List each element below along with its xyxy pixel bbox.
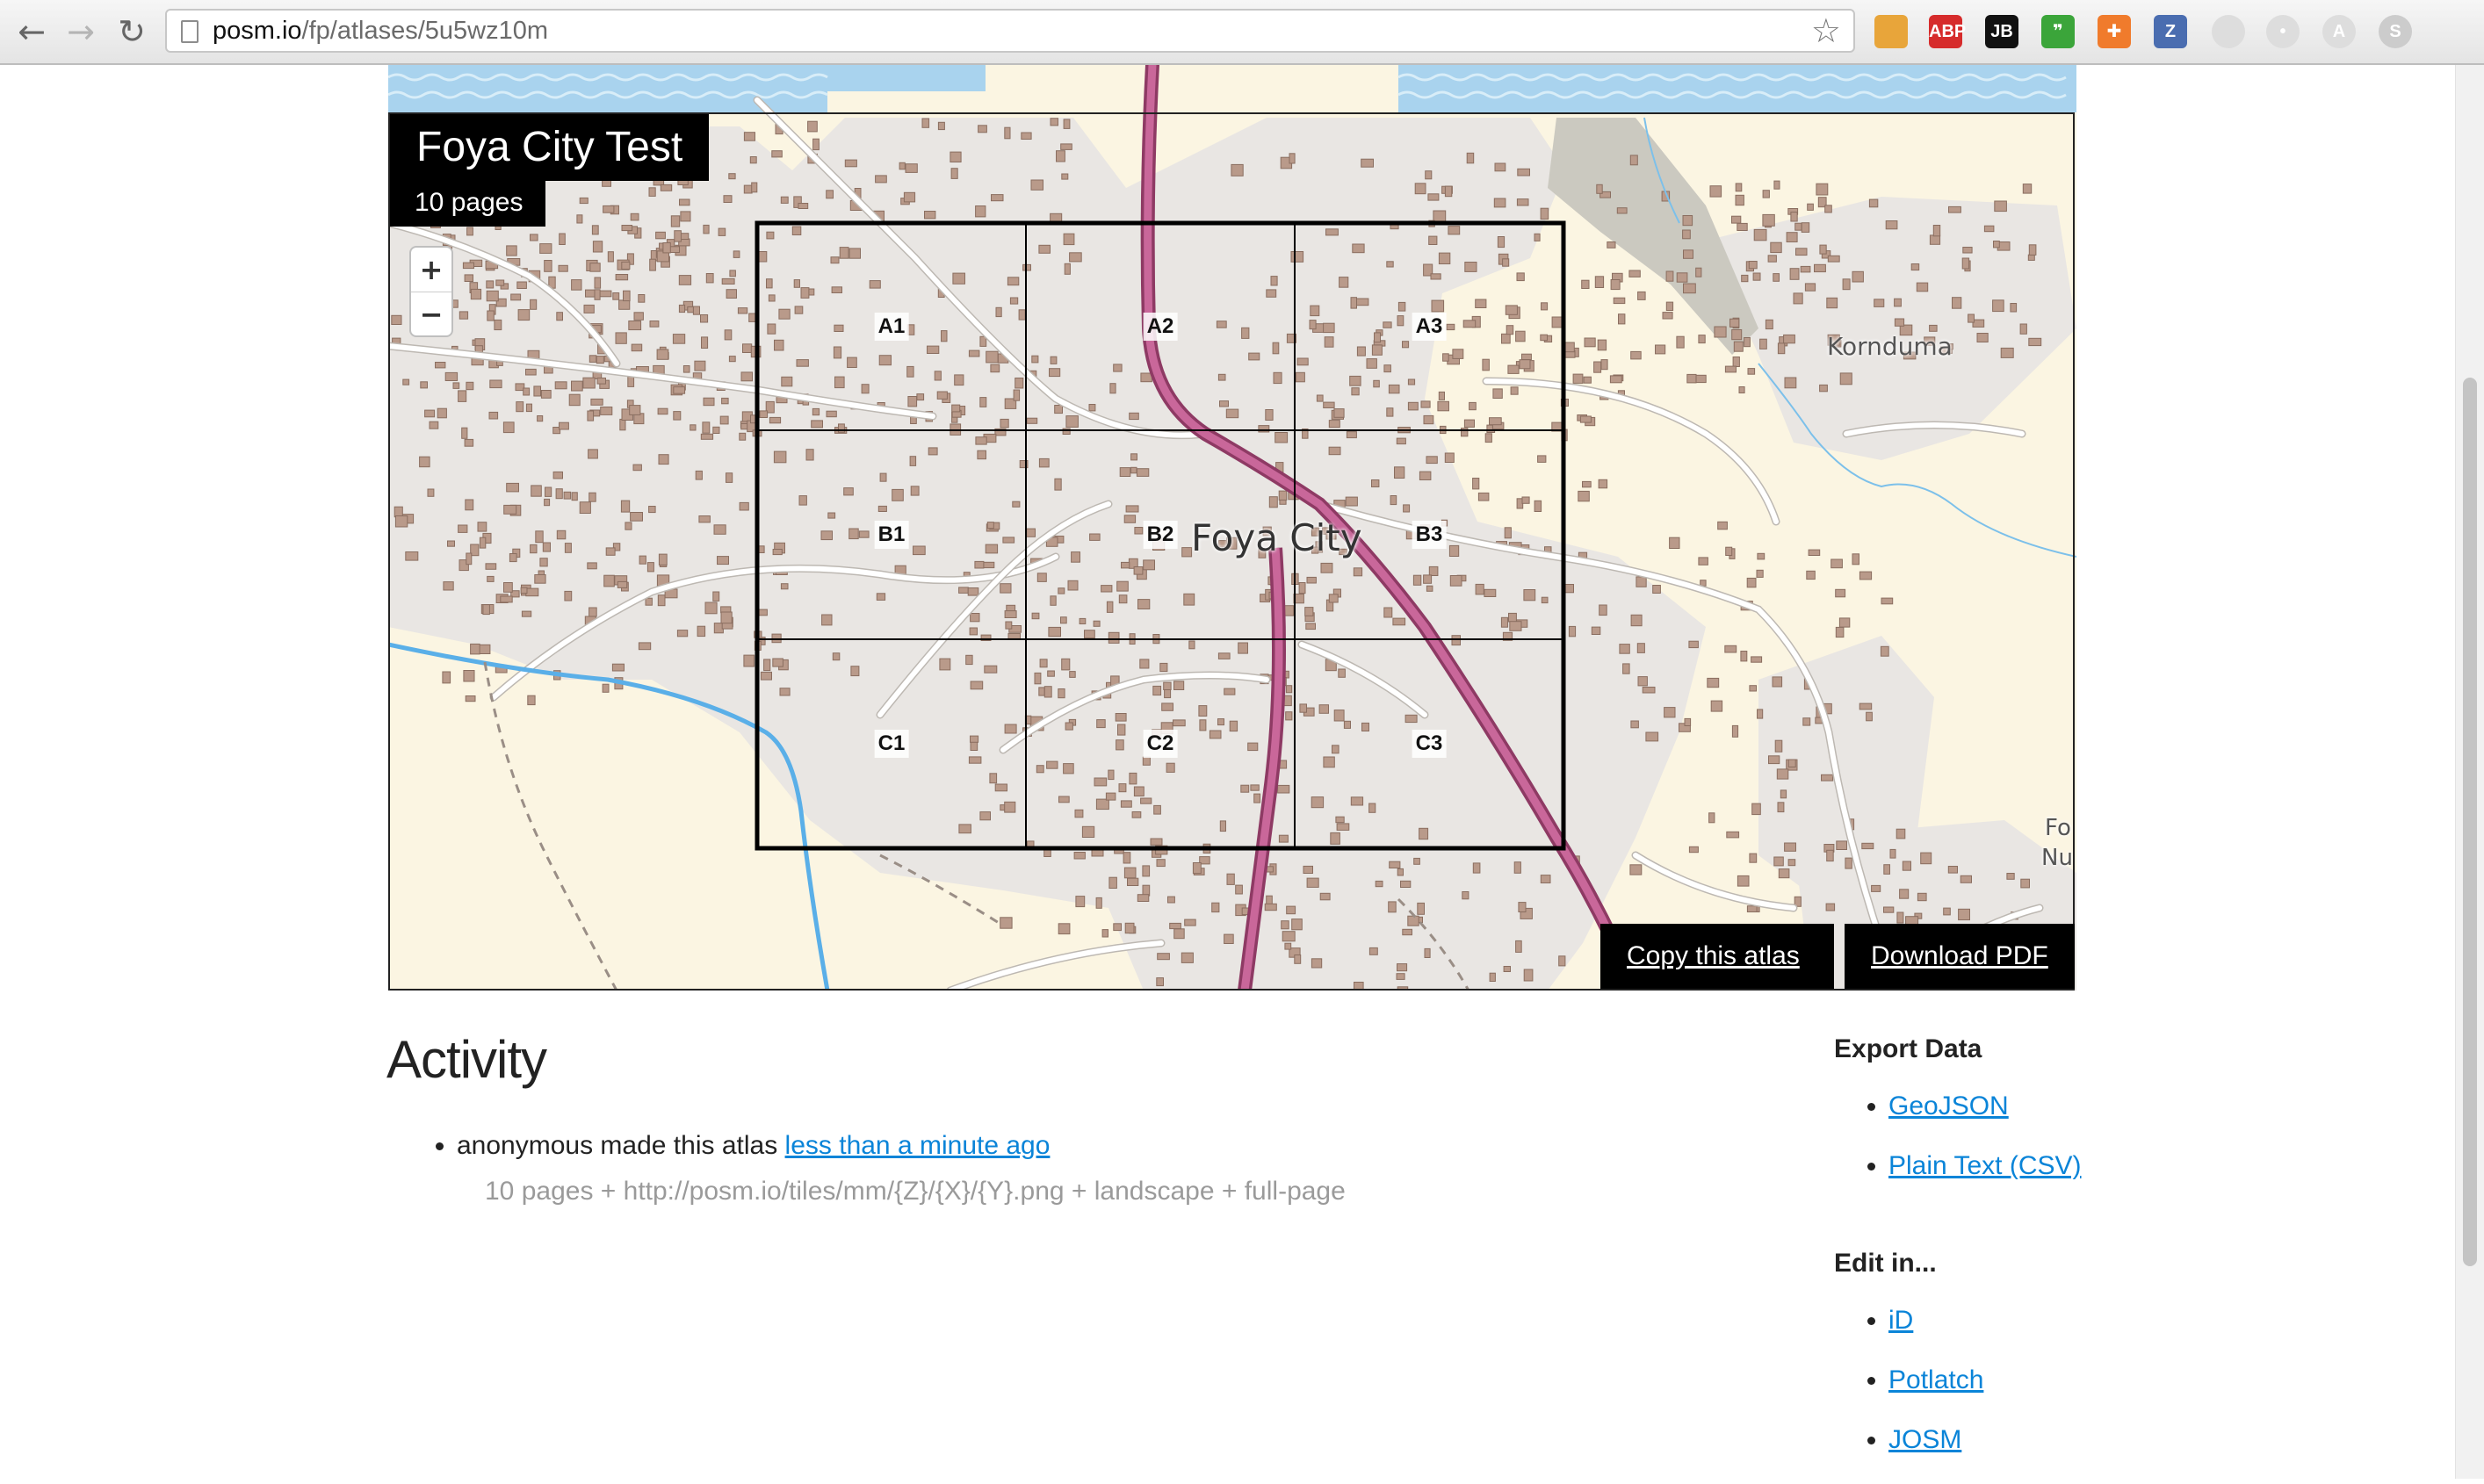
export-links: GeoJSON Plain Text (CSV): [1850, 1091, 2082, 1210]
scrollbar-thumb[interactable]: [2463, 378, 2477, 1266]
url-host: posm.io: [213, 17, 302, 45]
grid-label-b2: B2: [1143, 521, 1178, 549]
zotero-icon[interactable]: Z: [2154, 15, 2187, 48]
grid-label-a2: A2: [1143, 313, 1178, 341]
activity-list: anonymous made this atlas less than a mi…: [422, 1131, 1050, 1161]
forward-arrow-icon[interactable]: →: [61, 12, 100, 51]
grid-label-c1: C1: [874, 730, 909, 758]
potlatch-link[interactable]: Potlatch: [1888, 1365, 1983, 1394]
edit-in-heading: Edit in...: [1834, 1249, 1937, 1278]
activity-time-link[interactable]: less than a minute ago: [785, 1131, 1051, 1160]
edit-links: iD Potlatch JOSM: [1850, 1305, 1983, 1484]
grid-label-a3: A3: [1412, 313, 1447, 341]
grid-label-b3: B3: [1412, 521, 1447, 549]
activity-text: anonymous made this atlas: [457, 1131, 785, 1160]
josm-link[interactable]: JOSM: [1888, 1425, 1961, 1454]
s-icon[interactable]: S: [2379, 15, 2412, 48]
dot-icon[interactable]: •: [2266, 15, 2300, 48]
place-label-edge-2: Nu: [2041, 845, 2073, 871]
adblock-plus-icon[interactable]: ABP: [1929, 15, 1966, 48]
evernote-icon[interactable]: ❞: [2041, 15, 2075, 48]
copy-atlas-button[interactable]: Copy this atlas: [1600, 924, 1834, 989]
place-label-edge-1: Fo: [2045, 815, 2071, 841]
edit-item-josm: JOSM: [1888, 1424, 1983, 1484]
page-icon: [181, 20, 199, 43]
grid-label-c3: C3: [1412, 730, 1447, 758]
color-wheel-icon[interactable]: [1874, 15, 1908, 48]
activity-heading: Activity: [386, 1030, 547, 1089]
jetbrains-icon[interactable]: JB: [1985, 15, 2018, 48]
activity-meta: 10 pages + http://posm.io/tiles/mm/{Z}/{…: [485, 1177, 1346, 1206]
grid-label-a1: A1: [874, 313, 909, 341]
reload-icon[interactable]: ↻: [112, 12, 151, 51]
zoom-out-button[interactable]: −: [411, 292, 451, 336]
zoom-control: + −: [409, 246, 453, 337]
edit-item-potlatch: Potlatch: [1888, 1365, 1983, 1424]
export-item-geojson: GeoJSON: [1888, 1091, 2082, 1150]
grid-label-c2: C2: [1143, 730, 1178, 758]
back-arrow-icon[interactable]: ←: [12, 12, 51, 51]
address-bar[interactable]: posm.io/fp/atlases/5u5wz10m ☆: [165, 9, 1855, 53]
font-a-icon[interactable]: A: [2322, 15, 2356, 48]
grid-label-b1: B1: [874, 521, 909, 549]
atlas-page-count: 10 pages: [390, 181, 546, 227]
download-pdf-button[interactable]: Download PDF: [1845, 924, 2075, 989]
export-data-heading: Export Data: [1834, 1034, 1982, 1063]
geojson-link[interactable]: GeoJSON: [1888, 1091, 2009, 1120]
id-editor-link[interactable]: iD: [1888, 1306, 1913, 1335]
activity-item: anonymous made this atlas less than a mi…: [457, 1131, 1050, 1161]
sync-icon[interactable]: [2212, 15, 2245, 48]
atlas-title: Foya City Test: [390, 114, 710, 181]
bookmark-star-icon[interactable]: ☆: [1811, 13, 1841, 48]
csv-link[interactable]: Plain Text (CSV): [1888, 1151, 2082, 1180]
url-text[interactable]: posm.io/fp/atlases/5u5wz10m: [213, 11, 548, 51]
browser-toolbar: ← → ↻ posm.io/fp/atlases/5u5wz10m ☆ ABP J…: [0, 0, 2484, 65]
place-label-village: Korn­duma: [1827, 332, 1953, 361]
edit-item-id: iD: [1888, 1305, 1983, 1365]
zoom-in-button[interactable]: +: [411, 248, 451, 292]
place-label-city: Foya City: [1191, 516, 1362, 559]
url-path: /fp/atlases/5u5wz10m: [301, 17, 549, 45]
page-scrollbar[interactable]: [2455, 65, 2484, 1479]
export-item-csv: Plain Text (CSV): [1888, 1150, 2082, 1210]
lifebuoy-icon[interactable]: ✚: [2098, 15, 2131, 48]
